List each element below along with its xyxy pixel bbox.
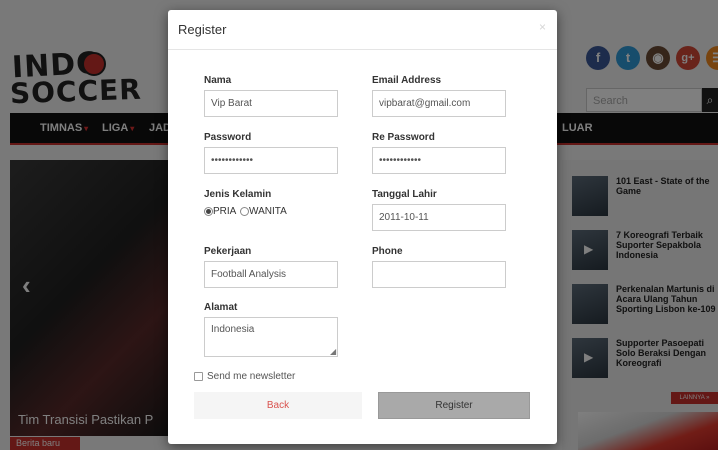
modal-header: Register × [168, 10, 557, 50]
email-label: Email Address [372, 75, 442, 86]
repassword-label: Re Password [372, 132, 435, 143]
repassword-input[interactable] [372, 147, 506, 174]
radio-pria[interactable] [204, 207, 213, 216]
radio-pria-label[interactable]: PRIA [213, 206, 236, 217]
pekerjaan-input[interactable] [204, 261, 338, 288]
newsletter-checkbox[interactable] [194, 372, 203, 381]
radio-wanita[interactable] [240, 207, 249, 216]
phone-label: Phone [372, 246, 403, 257]
register-button[interactable]: Register [378, 392, 530, 419]
close-icon[interactable]: × [539, 20, 546, 34]
pekerjaan-label: Pekerjaan [204, 246, 252, 257]
resize-handle-icon[interactable]: ◢ [330, 347, 336, 356]
phone-input[interactable] [372, 261, 506, 288]
password-input[interactable] [204, 147, 338, 174]
gender-label: Jenis Kelamin [204, 189, 272, 200]
nama-label: Nama [204, 75, 232, 86]
back-button[interactable]: Back [194, 392, 362, 419]
register-modal: Register × Nama Email Address Password R… [168, 10, 557, 444]
modal-title: Register [178, 22, 227, 37]
radio-wanita-label[interactable]: WANITA [249, 206, 287, 217]
tanggal-lahir-label: Tanggal Lahir [372, 189, 437, 200]
nama-input[interactable] [204, 90, 338, 117]
alamat-label: Alamat [204, 302, 238, 313]
tanggal-lahir-input[interactable] [372, 204, 506, 231]
newsletter-label[interactable]: Send me newsletter [207, 371, 295, 382]
alamat-textarea[interactable]: Indonesia [204, 317, 338, 357]
email-input[interactable] [372, 90, 506, 117]
password-label: Password [204, 132, 252, 143]
